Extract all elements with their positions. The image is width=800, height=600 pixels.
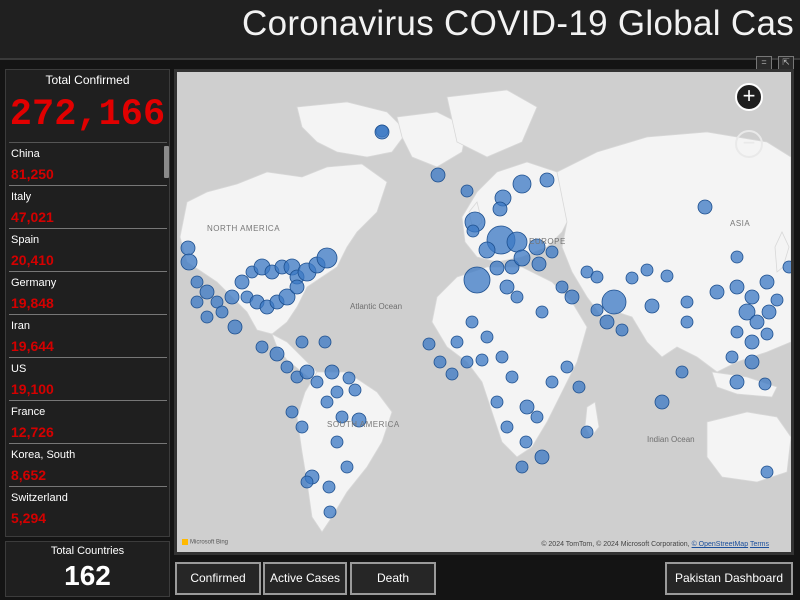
list-item: Germany 19,848 bbox=[9, 271, 167, 314]
total-countries-card: Total Countries 162 bbox=[5, 541, 170, 597]
country-count: 5,294 bbox=[11, 510, 47, 526]
visual-header: = ⇱ bbox=[756, 56, 794, 70]
country-name: Switzerland bbox=[11, 492, 68, 504]
bing-logo-icon bbox=[182, 539, 188, 546]
active-cases-button[interactable]: Active Cases bbox=[263, 562, 347, 595]
country-count: 47,021 bbox=[11, 209, 54, 225]
map-label-atlantic: Atlantic Ocean bbox=[350, 302, 403, 311]
pakistan-dashboard-button[interactable]: Pakistan Dashboard bbox=[665, 562, 793, 595]
map-label-asia: ASIA bbox=[730, 219, 751, 228]
country-count: 19,100 bbox=[11, 381, 54, 397]
list-scrollbar[interactable] bbox=[164, 146, 169, 178]
total-confirmed-label: Total Confirmed bbox=[45, 73, 130, 87]
map-label-north-america: NORTH AMERICA bbox=[207, 224, 281, 233]
page-title: Coronavirus COVID-19 Global Cas bbox=[242, 4, 795, 43]
death-button[interactable]: Death bbox=[350, 562, 436, 595]
country-name: Korea, South bbox=[11, 449, 76, 461]
zoom-out-button[interactable]: − bbox=[735, 130, 763, 158]
country-name: China bbox=[11, 148, 40, 160]
country-name: Iran bbox=[11, 320, 30, 332]
list-item: US 19,100 bbox=[9, 357, 167, 400]
filter-icon[interactable]: = bbox=[756, 56, 772, 70]
title-bar: Coronavirus COVID-19 Global Cas bbox=[0, 0, 800, 60]
map-label-indian: Indian Ocean bbox=[647, 435, 695, 444]
list-item: Spain 20,410 bbox=[9, 228, 167, 271]
map-canvas bbox=[179, 89, 791, 533]
country-count: 20,410 bbox=[11, 252, 54, 268]
list-item: Switzerland 5,294 bbox=[9, 486, 167, 529]
list-item: France 12,726 bbox=[9, 400, 167, 443]
map-frame: NORTH AMERICA EUROPE ASIA SOUTH AMERICA … bbox=[174, 69, 794, 555]
osm-link[interactable]: © OpenStreetMap bbox=[692, 541, 749, 548]
country-count: 12,726 bbox=[11, 424, 54, 440]
list-item: China 81,250 bbox=[9, 142, 167, 185]
country-count: 19,644 bbox=[11, 338, 54, 354]
total-confirmed-value: 272,166 bbox=[9, 94, 166, 136]
country-list[interactable]: China 81,250 Italy 47,021 Spain 20,410 G… bbox=[6, 142, 167, 534]
country-count: 8,652 bbox=[11, 467, 47, 483]
total-countries-value: 162 bbox=[64, 560, 111, 591]
world-map[interactable]: NORTH AMERICA EUROPE ASIA SOUTH AMERICA … bbox=[177, 72, 791, 552]
country-name: France bbox=[11, 406, 46, 418]
list-item: Italy 47,021 bbox=[9, 185, 167, 228]
country-count: 19,848 bbox=[11, 295, 54, 311]
bing-logo: Microsoft Bing bbox=[182, 539, 228, 546]
country-name: US bbox=[11, 363, 27, 375]
confirmed-button[interactable]: Confirmed bbox=[175, 562, 261, 595]
list-item: Iran 19,644 bbox=[9, 314, 167, 357]
map-label-europe: EUROPE bbox=[529, 237, 566, 246]
confirmed-panel: Total Confirmed 272,166 China 81,250 Ita… bbox=[5, 69, 170, 537]
total-countries-label: Total Countries bbox=[50, 545, 125, 557]
zoom-in-button[interactable]: + bbox=[735, 83, 763, 111]
focus-mode-icon[interactable]: ⇱ bbox=[778, 56, 794, 70]
country-count: 81,250 bbox=[11, 166, 54, 182]
map-label-south-america: SOUTH AMERICA bbox=[327, 420, 400, 429]
country-name: Italy bbox=[11, 191, 32, 203]
country-name: Spain bbox=[11, 234, 40, 246]
list-item: Korea, South 8,652 bbox=[9, 443, 167, 486]
country-name: Germany bbox=[11, 277, 57, 289]
map-attribution: © 2024 TomTom, © 2024 Microsoft Corporat… bbox=[541, 541, 769, 548]
terms-link[interactable]: Terms bbox=[750, 541, 769, 548]
